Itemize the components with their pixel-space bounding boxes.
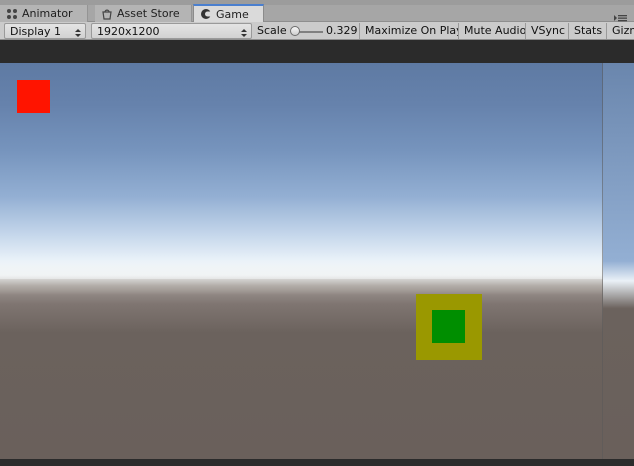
asset-store-icon xyxy=(101,8,113,20)
gizmos-label: Gizmos xyxy=(612,24,634,37)
maximize-on-play-toggle[interactable]: Maximize On Play xyxy=(360,23,459,39)
animator-icon xyxy=(6,8,18,20)
tab-menu-icon[interactable] xyxy=(614,8,628,22)
tab-bar: Animator Asset Store Game xyxy=(0,0,634,22)
scale-slider-handle[interactable] xyxy=(290,26,300,36)
scale-value: 0.329 xyxy=(326,24,358,37)
tab-game-label: Game xyxy=(216,7,249,21)
skybox-horizon xyxy=(0,259,634,295)
dropdown-arrows-icon xyxy=(241,27,247,37)
game-viewport[interactable] xyxy=(0,63,634,459)
resolution-dropdown[interactable]: 1920x1200 xyxy=(91,23,252,39)
red-square-sprite xyxy=(17,80,50,113)
tab-animator[interactable]: Animator xyxy=(0,5,88,22)
tab-game[interactable]: Game xyxy=(193,4,264,22)
skybox-ground xyxy=(0,279,634,459)
mute-audio-toggle[interactable]: Mute Audio xyxy=(459,23,526,39)
dropdown-arrows-icon xyxy=(75,27,81,37)
scale-label: Scale xyxy=(257,24,287,37)
mute-audio-label: Mute Audio xyxy=(464,24,526,37)
vsync-toggle[interactable]: VSync xyxy=(526,23,569,39)
letterbox-bottom xyxy=(0,459,634,466)
stats-label: Stats xyxy=(574,24,603,37)
resolution-dropdown-value: 1920x1200 xyxy=(97,25,160,38)
viewport-edge-divider xyxy=(602,63,603,459)
stats-toggle[interactable]: Stats xyxy=(569,23,607,39)
tab-animator-label: Animator xyxy=(22,7,73,20)
vsync-label: VSync xyxy=(531,24,566,37)
unity-game-window: Animator Asset Store Game Display 1 1920… xyxy=(0,0,634,466)
green-square-sprite xyxy=(432,310,465,343)
display-dropdown[interactable]: Display 1 xyxy=(4,23,86,39)
tab-asset-store-label: Asset Store xyxy=(117,7,180,20)
letterbox-top xyxy=(0,40,634,63)
display-dropdown-value: Display 1 xyxy=(10,25,62,38)
viewport-right-edge xyxy=(603,63,634,459)
gizmos-dropdown[interactable]: Gizmos xyxy=(607,23,634,39)
tab-asset-store[interactable]: Asset Store xyxy=(95,5,192,22)
game-controller-icon xyxy=(200,8,212,20)
maximize-on-play-label: Maximize On Play xyxy=(365,24,459,37)
